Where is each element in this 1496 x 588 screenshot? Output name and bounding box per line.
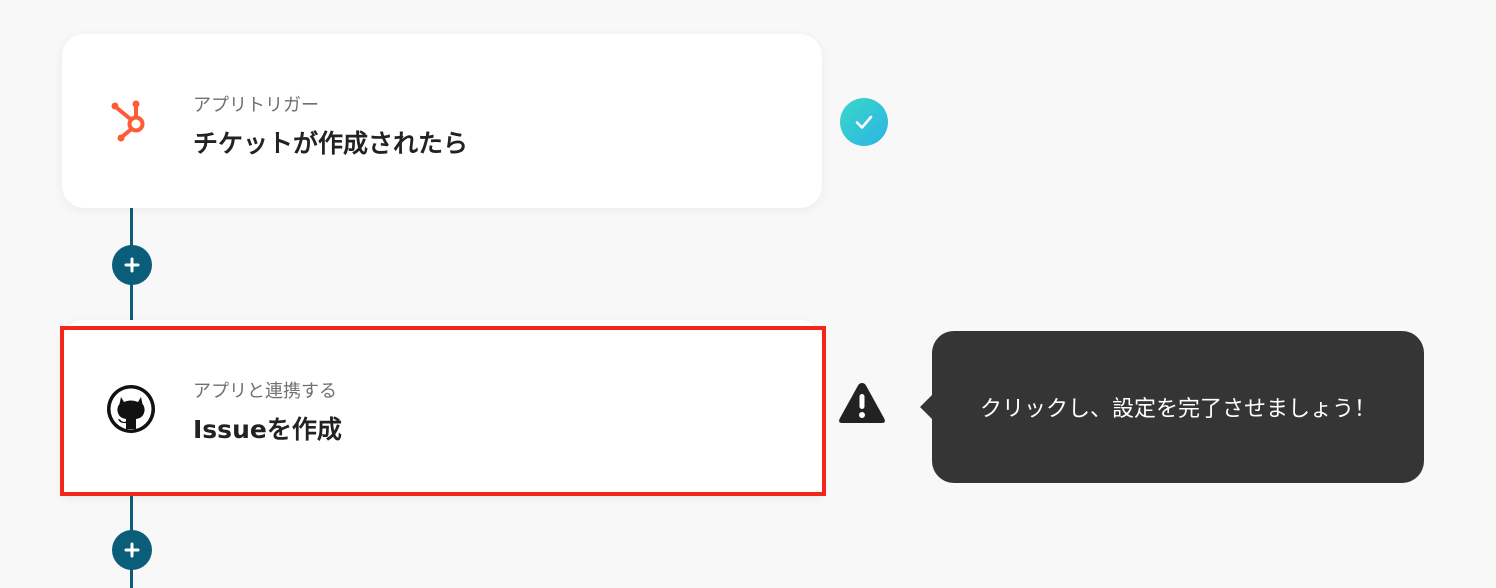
step-title: チケットが作成されたら: [193, 129, 469, 158]
setup-hint-tooltip: クリックし、設定を完了させましょう！: [920, 331, 1424, 483]
step-title: Issueを作成: [193, 415, 342, 444]
tooltip-text: クリックし、設定を完了させましょう！: [979, 397, 1376, 422]
add-step-button[interactable]: [112, 530, 152, 570]
flow-canvas: アプリトリガー チケットが作成されたら アプリと連携する Issueを作成 クリ: [0, 0, 1496, 588]
step-type-label: アプリと連携する: [193, 381, 337, 402]
plus-icon: [124, 542, 140, 558]
check-icon: [840, 98, 888, 146]
hubspot-icon: [104, 94, 158, 148]
step-type-label: アプリトリガー: [193, 95, 319, 116]
github-icon: [104, 382, 158, 436]
plus-icon: [124, 257, 140, 273]
action-step-card[interactable]: [62, 320, 822, 496]
trigger-step-card[interactable]: [62, 34, 822, 208]
add-step-button[interactable]: [112, 245, 152, 285]
warning-icon: [837, 380, 887, 426]
